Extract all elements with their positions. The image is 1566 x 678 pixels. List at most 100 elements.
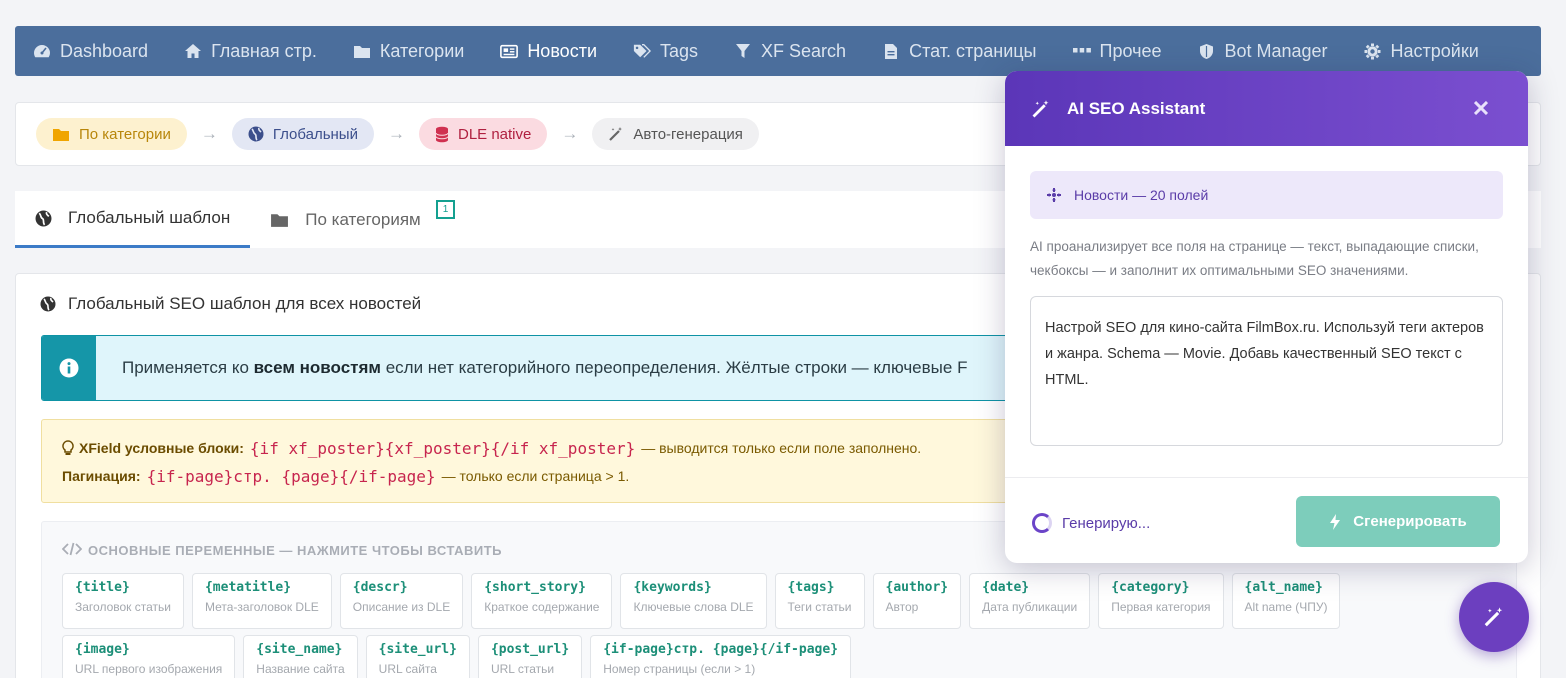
flow-step-label: DLE native	[457, 125, 532, 143]
generate-button[interactable]: Сгенерировать	[1296, 496, 1500, 547]
tab-label: По категориям	[305, 209, 421, 229]
chip-desc: Дата публикации	[982, 600, 1078, 614]
modal-header: AI SEO Assistant	[1005, 71, 1528, 146]
ellipsis-icon	[1072, 43, 1091, 59]
flow-arrow: →	[200, 124, 218, 143]
variable-chip[interactable]: {date} Дата публикации	[969, 573, 1091, 629]
code-icon	[61, 542, 83, 559]
nav-item-news[interactable]: Новости	[500, 41, 597, 62]
chip-code: {descr}	[352, 580, 408, 595]
nav-label: Настройки	[1390, 40, 1479, 61]
variable-chip[interactable]: {short_story} Краткое содержание	[471, 573, 613, 629]
chip-desc: Ключевые слова DLE	[633, 600, 754, 614]
close-button[interactable]	[1470, 97, 1492, 119]
variable-chip[interactable]: {if-page}стр. {page}{/if-page} Номер стра…	[590, 635, 852, 678]
flow-step-label: По категории	[79, 125, 171, 143]
magic-wand-icon	[1031, 99, 1051, 119]
chip-code: {post_url}	[490, 642, 570, 657]
ai-assistant-fab[interactable]	[1459, 582, 1529, 652]
nav-item-dashboard[interactable]: Dashboard	[33, 41, 148, 62]
tab-count-badge: 1	[436, 200, 455, 219]
chip-code: {title}	[75, 580, 130, 595]
variable-chip[interactable]: {post_url} URL статьи	[477, 635, 583, 678]
nav-item-bot-manager[interactable]: Bot Manager	[1197, 40, 1328, 62]
nav-item-home[interactable]: Главная стр.	[184, 41, 317, 62]
nav-item-tags[interactable]: Tags	[633, 41, 698, 62]
folder-icon	[353, 43, 371, 59]
nav-label: Прочее	[1099, 40, 1162, 61]
tab-global-template[interactable]: Глобальный шаблон	[15, 191, 251, 248]
folder-icon	[52, 127, 70, 142]
variable-chip[interactable]: {tags} Теги статьи	[774, 573, 865, 629]
tab-label: Глобальный шаблон	[68, 208, 231, 227]
folder-icon	[270, 212, 289, 228]
generate-label: Сгенерировать	[1353, 513, 1467, 530]
chip-code: {short_story}	[484, 580, 586, 595]
pagination-label: Пагинация:	[62, 468, 141, 484]
flow-step-global: Глобальный	[231, 118, 374, 150]
nav-item-settings[interactable]: Настройки	[1364, 41, 1479, 62]
newspaper-icon	[500, 43, 519, 59]
chip-code: {site_url}	[378, 642, 457, 657]
nav-label: Главная стр.	[211, 40, 317, 61]
flow-arrow: →	[387, 124, 405, 143]
chip-code: {keywords}	[633, 580, 712, 595]
variable-chip[interactable]: {descr} Описание из DLE	[339, 573, 464, 629]
variable-chip[interactable]: {title} Заголовок статьи	[62, 573, 184, 629]
variable-chip[interactable]: {author} Автор	[872, 573, 962, 629]
shield-icon	[1197, 43, 1215, 59]
nav-label: XF Search	[761, 40, 847, 61]
gear-icon	[1364, 43, 1382, 59]
spinner-icon	[1032, 513, 1052, 533]
chip-desc: Alt name (ЧПУ)	[1244, 600, 1328, 614]
chip-desc: Название сайта	[256, 662, 345, 676]
chip-desc: Заголовок статьи	[75, 600, 171, 614]
modal-description: AI проанализирует все поля на странице —…	[1030, 239, 1479, 278]
variable-chip[interactable]: {site_url} URL сайта	[365, 635, 470, 678]
magic-wand-icon	[608, 126, 624, 142]
nav-item-other[interactable]: Прочее	[1072, 40, 1162, 62]
modal-footer: Генерирую... Сгенерировать	[1005, 477, 1528, 563]
xfield-label: XField условные блоки:	[79, 440, 244, 456]
chip-desc: URL первого изображения	[75, 662, 223, 676]
prompt-textarea[interactable]: Настрой SEO для кино-сайта FilmBox.ru. И…	[1030, 296, 1503, 446]
chip-code: {date}	[982, 580, 1030, 595]
tags-icon	[633, 43, 651, 59]
xfield-code: {if xf_poster}{xf_poster}{/if xf_poster}	[249, 438, 636, 458]
variable-chip[interactable]: {category} Первая категория	[1098, 573, 1224, 629]
info-icon	[42, 336, 96, 400]
nav-label: Bot Manager	[1224, 40, 1328, 61]
variable-chip[interactable]: {alt_name} Alt name (ЧПУ)	[1231, 573, 1341, 629]
card-title-text: Глобальный SEO шаблон для всех новостей	[68, 294, 422, 313]
lightbulb-icon	[62, 440, 74, 456]
crosshairs-icon	[1046, 187, 1062, 203]
chip-desc: Номер страницы (если > 1)	[603, 662, 756, 676]
filter-icon	[734, 43, 752, 59]
variable-chip[interactable]: {metatitle} Мета-заголовок DLE	[191, 573, 332, 629]
modal-title: AI SEO Assistant	[1067, 98, 1206, 118]
flow-step-label: Авто-генерация	[633, 125, 743, 143]
tab-by-category[interactable]: По категориям	[250, 191, 440, 248]
variable-chip[interactable]: {keywords} Ключевые слова DLE	[620, 573, 767, 629]
chip-desc: Мета-заголовок DLE	[204, 600, 319, 614]
globe-icon	[40, 296, 56, 312]
nav-item-categories[interactable]: Категории	[353, 41, 464, 62]
close-icon	[1474, 101, 1488, 115]
nav-item-xf-search[interactable]: XF Search	[734, 41, 846, 62]
flow-step-dle-native: DLE native	[418, 118, 548, 150]
info-prefix: Применяется ко	[122, 358, 254, 377]
chip-code: {tags}	[787, 580, 835, 595]
chip-desc: URL сайта	[378, 662, 437, 676]
info-text: Применяется ко всем новостям если нет ка…	[96, 358, 967, 378]
flow-arrow: →	[561, 124, 579, 143]
chip-desc: Описание из DLE	[352, 600, 451, 614]
flow-step-auto: Авто-генерация	[592, 118, 759, 150]
variable-chip[interactable]: {site_name} Название сайта	[243, 635, 358, 678]
nav-item-static-pages[interactable]: Стат. страницы	[882, 41, 1037, 62]
home-icon	[184, 43, 202, 59]
nav-label: Новости	[527, 40, 597, 61]
variable-chip[interactable]: {image} URL первого изображения	[62, 635, 236, 678]
chip-desc: Автор	[885, 600, 919, 614]
pagination-code: {if-page}стр. {page}{/if-page}	[146, 466, 436, 486]
chip-desc: Теги статьи	[787, 600, 852, 614]
